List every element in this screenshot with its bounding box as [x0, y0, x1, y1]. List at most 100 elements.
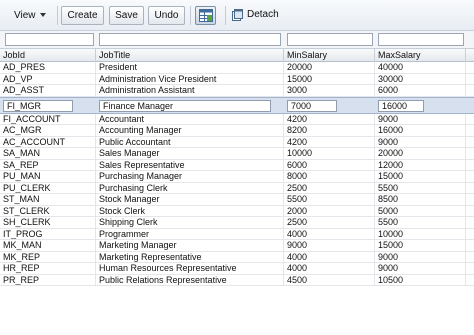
table-row[interactable]: AC_ACCOUNT Public Accountant 4200 9000: [0, 136, 474, 148]
table-row[interactable]: SH_CLERK Shipping Clerk 2500 5500: [0, 217, 474, 229]
cell-jobtitle: Marketing Manager: [96, 240, 284, 251]
table-row[interactable]: AD_PRES President 20000 40000: [0, 62, 474, 74]
cell-maxsalary: 9000: [375, 113, 466, 124]
cell-minsalary: 4200: [284, 136, 375, 147]
table-row[interactable]: PU_MAN Purchasing Manager 8000 15000: [0, 171, 474, 183]
cell-jobid: AD_VP: [0, 73, 96, 84]
cell-jobtitle: Sales Representative: [96, 159, 284, 170]
table-row[interactable]: FI_ACCOUNT Accountant 4200 9000: [0, 113, 474, 125]
table-row[interactable]: PR_REP Public Relations Representative 450…: [0, 274, 474, 286]
cell-minsalary: 20000: [284, 62, 375, 73]
toolbar-separator: [225, 6, 226, 25]
cell-minsalary: 4000: [284, 251, 375, 262]
table-row[interactable]: PU_CLERK Purchasing Clerk 2500 5500: [0, 182, 474, 194]
detach-icon[interactable]: [232, 9, 243, 21]
cell-maxsalary: 6000: [375, 85, 466, 96]
cell-maxsalary: 15000: [375, 240, 466, 251]
edit-jobtitle-input[interactable]: Finance Manager: [99, 99, 271, 112]
cell-maxsalary: 15000: [375, 171, 466, 182]
cell-jobid: MK_REP: [0, 251, 96, 262]
cell-maxsalary: 9000: [375, 136, 466, 147]
table-row[interactable]: SA_MAN Sales Manager 10000 20000: [0, 148, 474, 160]
cell-jobid: AC_ACCOUNT: [0, 136, 96, 147]
cell-minsalary: 4000: [284, 263, 375, 274]
cell-maxsalary: 9000: [375, 251, 466, 262]
filter-input-minsalary[interactable]: [287, 33, 373, 46]
cell-maxsalary: 10000: [375, 228, 466, 239]
view-menu-button[interactable]: View: [3, 6, 53, 25]
cell-maxsalary: 5000: [375, 205, 466, 216]
column-header-minsalary[interactable]: MinSalary: [284, 49, 375, 62]
cell-jobid: AD_ASST: [0, 85, 96, 96]
cell-maxsalary: 5500: [375, 182, 466, 193]
toolbar: View Create Save Undo Detach: [0, 0, 474, 31]
cell-minsalary: 4200: [284, 113, 375, 124]
table-body: AD_PRES President 20000 40000 AD_VP Administr…: [0, 62, 474, 335]
column-header-jobtitle[interactable]: JobTitle: [96, 49, 284, 62]
cell-minsalary: 8000: [284, 171, 375, 182]
table-row[interactable]: IT_PROG Programmer 4000 10000: [0, 228, 474, 240]
cell-maxsalary: 16000: [375, 125, 466, 136]
table-row-selected[interactable]: FI_MGR Finance Manager 7000 16000: [0, 96, 474, 114]
cell-maxsalary: 12000: [375, 159, 466, 170]
cell-maxsalary: 40000: [375, 62, 466, 73]
detach-button[interactable]: Detach: [247, 9, 279, 20]
cell-jobtitle: Accountant: [96, 113, 284, 124]
cell-minsalary: 2500: [284, 182, 375, 193]
cell-jobid: ST_CLERK: [0, 205, 96, 216]
toolbar-separator: [190, 6, 191, 25]
cell-jobid: PR_REP: [0, 274, 96, 285]
cell-minsalary: 5500: [284, 194, 375, 205]
cell-jobtitle: President: [96, 62, 284, 73]
table-row[interactable]: SA_REP Sales Representative 6000 12000: [0, 159, 474, 171]
cell-maxsalary: 10500: [375, 274, 466, 285]
table-row[interactable]: ST_CLERK Stock Clerk 2000 5000: [0, 205, 474, 217]
cell-jobtitle: Purchasing Manager: [96, 171, 284, 182]
filter-input-jobid[interactable]: [5, 33, 94, 46]
column-header-jobid[interactable]: JobId: [0, 49, 96, 62]
cell-jobtitle: Accounting Manager: [96, 125, 284, 136]
filter-input-maxsalary[interactable]: [378, 33, 464, 46]
cell-maxsalary: 30000: [375, 73, 466, 84]
cell-jobtitle: Administration Assistant: [96, 85, 284, 96]
table-row[interactable]: MK_REP Marketing Representative 4000 9000: [0, 251, 474, 263]
grid-view-icon[interactable]: [195, 6, 216, 25]
edit-minsalary-input[interactable]: 7000: [287, 99, 337, 112]
undo-button[interactable]: Undo: [148, 6, 185, 25]
cell-jobtitle: Stock Manager: [96, 194, 284, 205]
cell-jobid: SA_REP: [0, 159, 96, 170]
cell-minsalary: 4000: [284, 228, 375, 239]
cell-minsalary: 9000: [284, 240, 375, 251]
table-header: JobId JobTitle MinSalary MaxSalary: [0, 48, 474, 62]
column-header-maxsalary[interactable]: MaxSalary: [375, 49, 466, 62]
table-row[interactable]: HR_REP Human Resources Representative 4000…: [0, 263, 474, 275]
table-row[interactable]: AD_VP Administration Vice President 15000 3…: [0, 73, 474, 85]
cell-jobtitle: Human Resources Representative: [96, 263, 284, 274]
table-row[interactable]: AD_ASST Administration Assistant 3000 6000: [0, 85, 474, 97]
cell-minsalary: 2000: [284, 205, 375, 216]
cell-jobid: SA_MAN: [0, 148, 96, 159]
cell-jobtitle: Marketing Representative: [96, 251, 284, 262]
cell-minsalary: 6000: [284, 159, 375, 170]
cell-jobid: FI_ACCOUNT: [0, 113, 96, 124]
table-row[interactable]: AC_MGR Accounting Manager 8200 16000: [0, 125, 474, 137]
edit-maxsalary-input[interactable]: 16000: [378, 99, 424, 112]
edit-jobid-input[interactable]: FI_MGR: [3, 99, 73, 112]
table-row[interactable]: ST_MAN Stock Manager 5500 8500: [0, 194, 474, 206]
cell-jobid: MK_MAN: [0, 240, 96, 251]
save-button[interactable]: Save: [109, 6, 144, 25]
cell-jobtitle: Programmer: [96, 228, 284, 239]
cell-minsalary: 3000: [284, 85, 375, 96]
cell-minsalary: 2500: [284, 217, 375, 228]
view-label: View: [14, 10, 36, 21]
table-row[interactable]: MK_MAN Marketing Manager 9000 15000: [0, 240, 474, 252]
cell-jobtitle: Purchasing Clerk: [96, 182, 284, 193]
cell-minsalary: 8200: [284, 125, 375, 136]
filter-row: [0, 31, 474, 48]
toolbar-separator: [57, 6, 58, 25]
cell-maxsalary: 5500: [375, 217, 466, 228]
cell-jobid: HR_REP: [0, 263, 96, 274]
cell-jobtitle: Public Accountant: [96, 136, 284, 147]
create-button[interactable]: Create: [61, 6, 104, 25]
filter-input-jobtitle[interactable]: [99, 33, 281, 46]
